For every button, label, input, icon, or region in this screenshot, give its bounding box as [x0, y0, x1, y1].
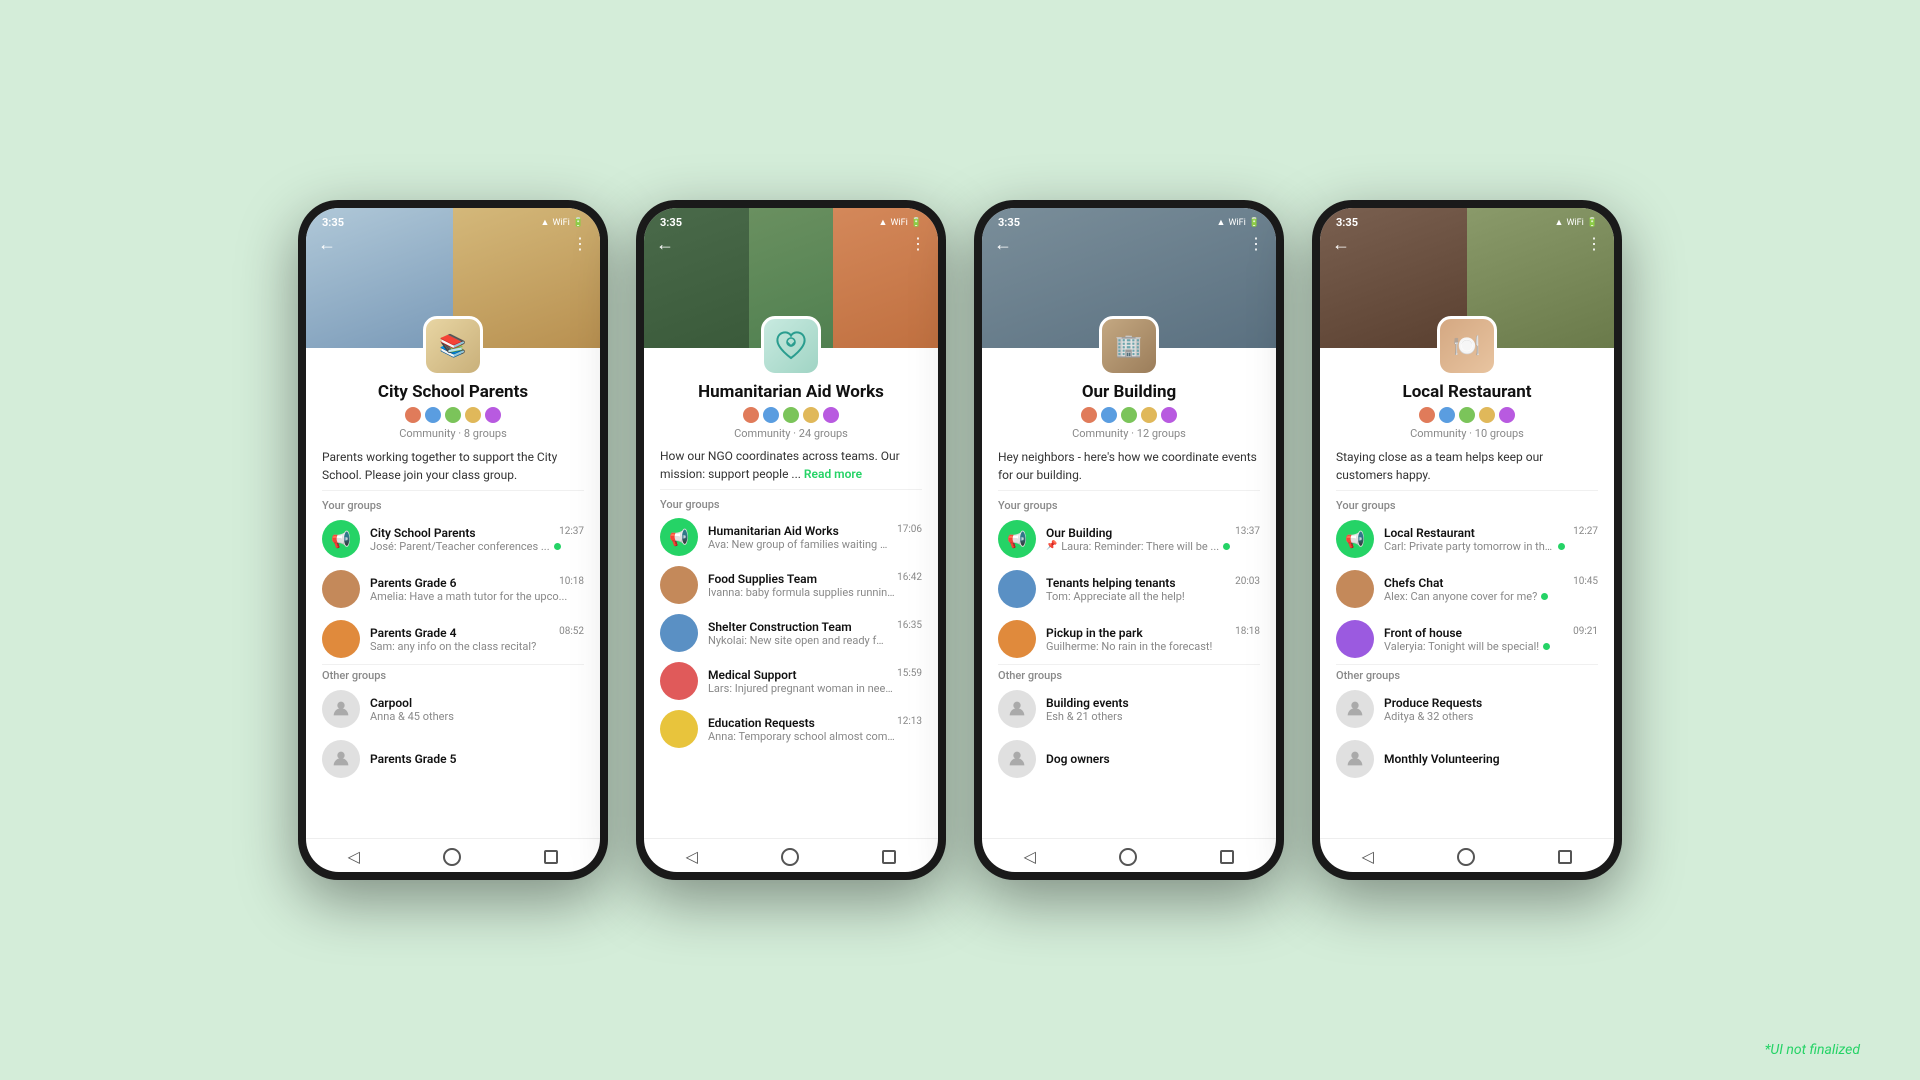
- nav-home-school[interactable]: [443, 848, 461, 866]
- other-group-item[interactable]: Parents Grade 5: [306, 734, 600, 784]
- other-group-item[interactable]: Dog owners: [982, 734, 1276, 784]
- description-ngo: How our NGO coordinates across teams. Ou…: [644, 445, 938, 489]
- more-btn-restaurant[interactable]: ⋮: [1586, 234, 1602, 253]
- group-title-restaurant: Local Restaurant: [1320, 382, 1614, 402]
- nav-home-ngo[interactable]: [781, 848, 799, 866]
- nav-home-building[interactable]: [1119, 848, 1137, 866]
- description-school: Parents working together to support the …: [306, 446, 600, 490]
- other-groups-label-restaurant: Other groups: [1320, 665, 1614, 684]
- nav-back-building[interactable]: ◁: [1024, 847, 1036, 866]
- phone-ngo: 3:35 ▲WiFi🔋 ← ⋮ Humanita: [636, 200, 946, 880]
- chat-item[interactable]: 📢 Our Building13:37 📌 Laura: Reminder: T…: [982, 514, 1276, 564]
- group-title-ngo: Humanitarian Aid Works: [644, 382, 938, 402]
- nav-apps-school[interactable]: [544, 850, 558, 864]
- chat-item[interactable]: Medical Support15:59 Lars: Injured pregn…: [644, 657, 938, 705]
- phone-inner-restaurant: 3:35 ▲WiFi🔋 ← ⋮ 🍽️ Local Restaurant: [1320, 208, 1614, 872]
- other-group-item[interactable]: Monthly Volunteering: [1320, 734, 1614, 784]
- chat-item[interactable]: Tenants helping tenants20:03 Tom: Apprec…: [982, 564, 1276, 614]
- chat-item[interactable]: Chefs Chat10:45 Alex: Can anyone cover f…: [1320, 564, 1614, 614]
- chat-item[interactable]: Shelter Construction Team16:35 Nykolai: …: [644, 609, 938, 657]
- chat-item[interactable]: Pickup in the park18:18 Guilherme: No ra…: [982, 614, 1276, 664]
- nav-apps-ngo[interactable]: [882, 850, 896, 864]
- your-groups-label-building: Your groups: [982, 495, 1276, 514]
- phone-building: 3:35 ▲WiFi🔋 ← ⋮ 🏢 Our Building: [974, 200, 1284, 880]
- your-groups-label-ngo: Your groups: [644, 494, 938, 513]
- back-btn-ngo[interactable]: ←: [656, 234, 674, 255]
- phone-inner-building: 3:35 ▲WiFi🔋 ← ⋮ 🏢 Our Building: [982, 208, 1276, 872]
- back-btn-school[interactable]: ←: [318, 234, 336, 255]
- community-label-ngo: Community · 24 groups: [644, 427, 938, 440]
- status-time-building: 3:35: [998, 216, 1020, 229]
- other-group-item[interactable]: CarpoolAnna & 45 others: [306, 684, 600, 734]
- more-btn-school[interactable]: ⋮: [572, 234, 588, 253]
- chat-item[interactable]: Front of house09:21 Valeryia: Tonight wi…: [1320, 614, 1614, 664]
- other-groups-label-school: Other groups: [306, 665, 600, 684]
- other-group-item[interactable]: Produce RequestsAditya & 32 others: [1320, 684, 1614, 734]
- disclaimer: *UI not finalized: [1765, 1042, 1860, 1058]
- community-label-building: Community · 12 groups: [982, 427, 1276, 440]
- nav-back-ngo[interactable]: ◁: [686, 847, 698, 866]
- status-time-ngo: 3:35: [660, 216, 682, 229]
- phone-inner-ngo: 3:35 ▲WiFi🔋 ← ⋮ Humanita: [644, 208, 938, 872]
- other-groups-label-building: Other groups: [982, 665, 1276, 684]
- chat-item[interactable]: 📢 Humanitarian Aid Works17:06 Ava: New g…: [644, 513, 938, 561]
- community-label-restaurant: Community · 10 groups: [1320, 427, 1614, 440]
- nav-apps-building[interactable]: [1220, 850, 1234, 864]
- status-time-restaurant: 3:35: [1336, 216, 1358, 229]
- your-groups-label-school: Your groups: [306, 495, 600, 514]
- back-btn-building[interactable]: ←: [994, 234, 1012, 255]
- chat-item[interactable]: 📢 City School Parents12:37 José: Parent/…: [306, 514, 600, 564]
- nav-back-school[interactable]: ◁: [348, 847, 360, 866]
- chat-item[interactable]: 📢 Local Restaurant12:27 Carl: Private pa…: [1320, 514, 1614, 564]
- description-restaurant: Staying close as a team helps keep our c…: [1320, 446, 1614, 490]
- phone-school: 3:35 ▲ WiFi 🔋 ← ⋮ 📚 City School Parents: [298, 200, 608, 880]
- phone-inner-school: 3:35 ▲ WiFi 🔋 ← ⋮ 📚 City School Parents: [306, 208, 600, 872]
- chat-item[interactable]: Parents Grade 408:52 Sam: any info on th…: [306, 614, 600, 664]
- more-btn-ngo[interactable]: ⋮: [910, 234, 926, 253]
- chat-item[interactable]: Parents Grade 610:18 Amelia: Have a math…: [306, 564, 600, 614]
- group-title-building: Our Building: [982, 382, 1276, 402]
- description-building: Hey neighbors - here's how we coordinate…: [982, 446, 1276, 490]
- other-group-item[interactable]: Building eventsEsh & 21 others: [982, 684, 1276, 734]
- phones-container: 3:35 ▲ WiFi 🔋 ← ⋮ 📚 City School Parents: [298, 200, 1622, 880]
- your-groups-label-restaurant: Your groups: [1320, 495, 1614, 514]
- nav-apps-restaurant[interactable]: [1558, 850, 1572, 864]
- page-background: 3:35 ▲ WiFi 🔋 ← ⋮ 📚 City School Parents: [0, 0, 1920, 1080]
- back-btn-restaurant[interactable]: ←: [1332, 234, 1350, 255]
- nav-back-restaurant[interactable]: ◁: [1362, 847, 1374, 866]
- nav-home-restaurant[interactable]: [1457, 848, 1475, 866]
- phone-restaurant: 3:35 ▲WiFi🔋 ← ⋮ 🍽️ Local Restaurant: [1312, 200, 1622, 880]
- community-label-school: Community · 8 groups: [306, 427, 600, 440]
- group-title-school: City School Parents: [306, 382, 600, 402]
- more-btn-building[interactable]: ⋮: [1248, 234, 1264, 253]
- chat-item[interactable]: Food Supplies Team16:42 Ivanna: baby for…: [644, 561, 938, 609]
- chat-item[interactable]: Education Requests12:13 Anna: Temporary …: [644, 705, 938, 753]
- read-more-btn[interactable]: Read more: [804, 467, 862, 481]
- status-time-school: 3:35: [322, 216, 344, 229]
